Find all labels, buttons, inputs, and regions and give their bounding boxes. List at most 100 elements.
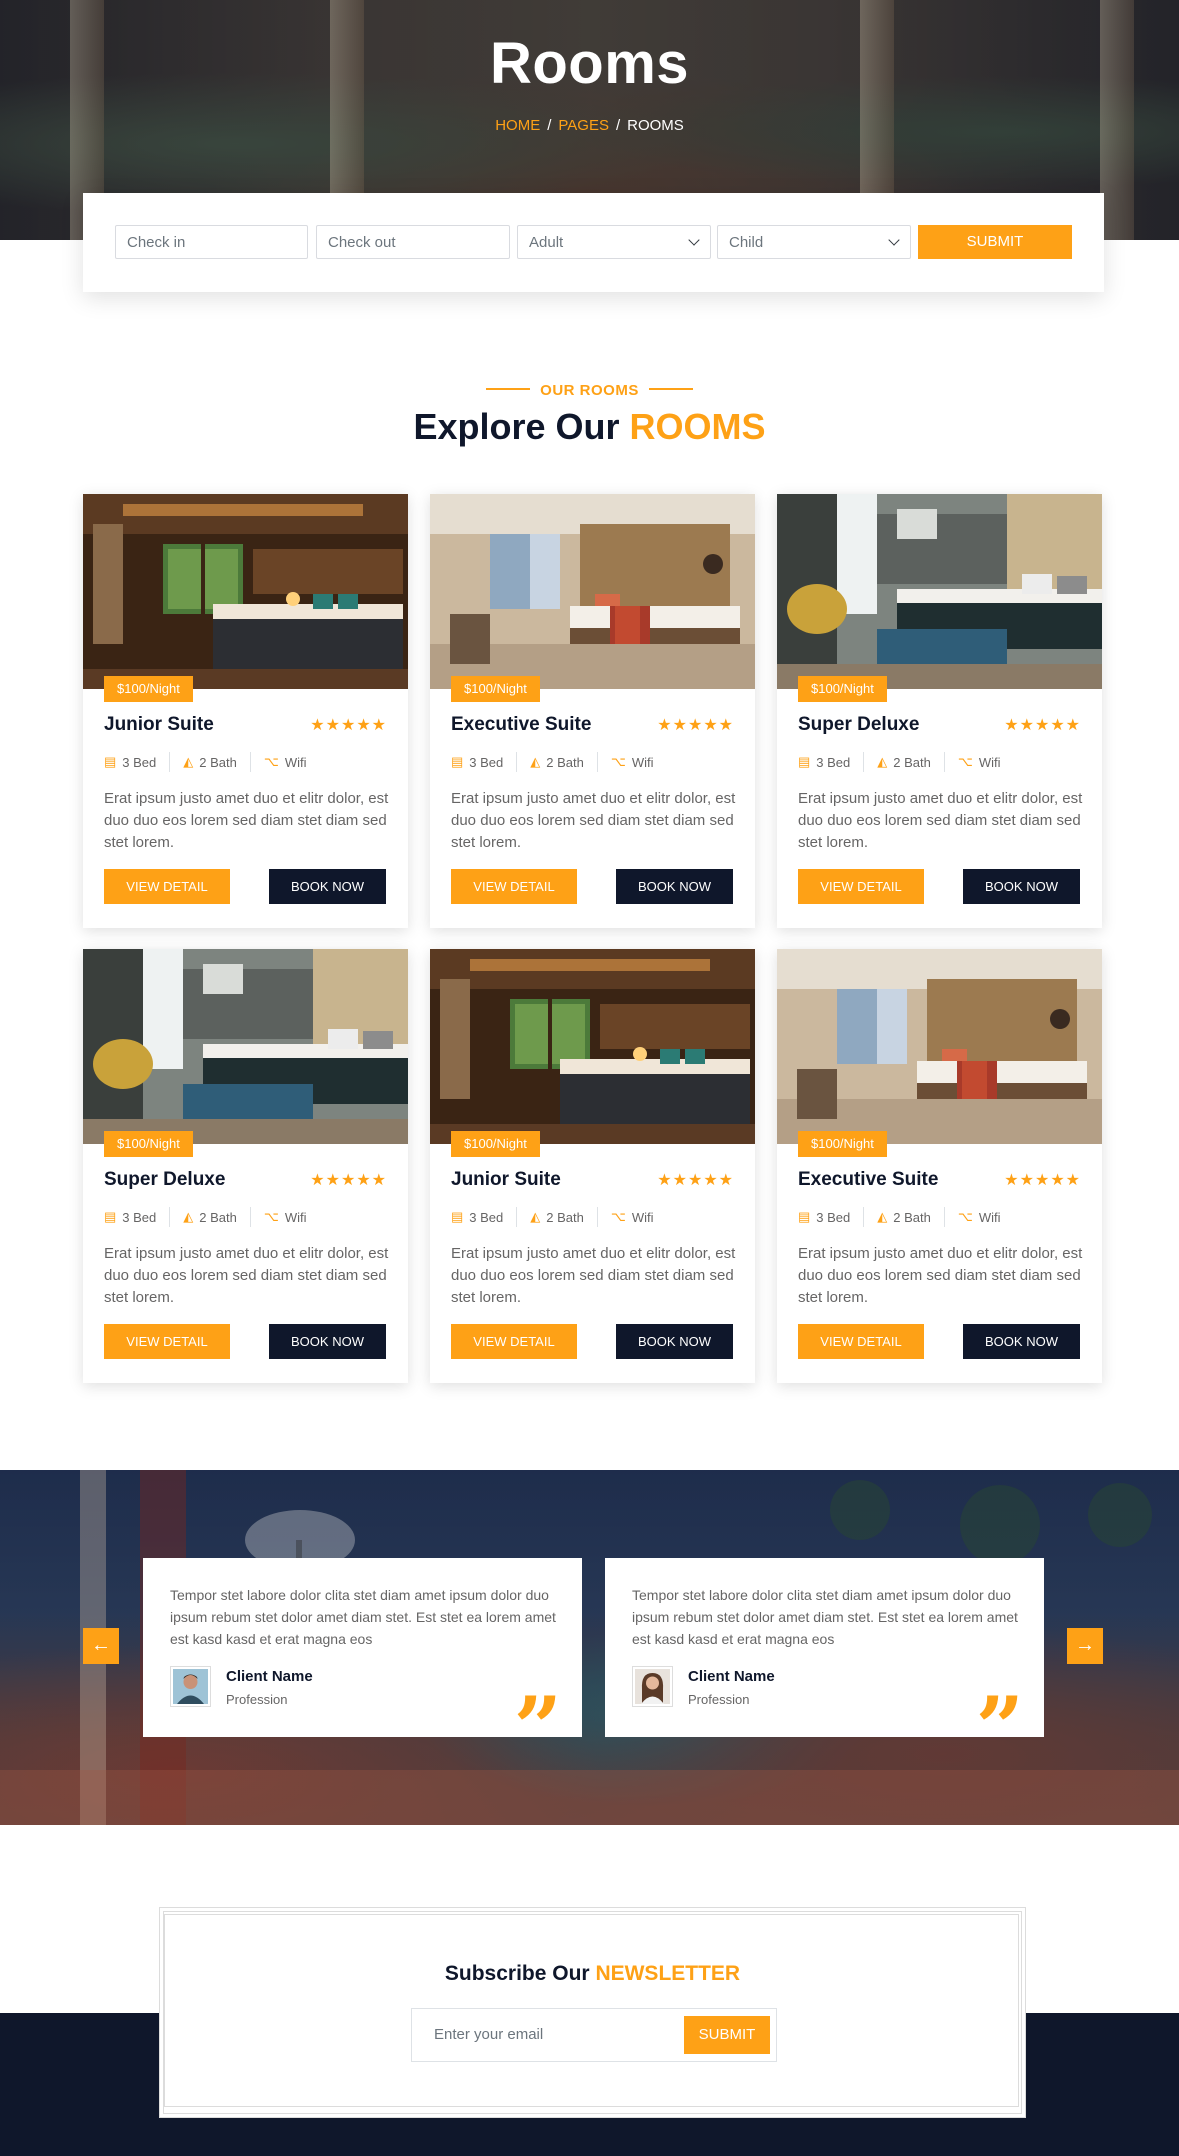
wifi-icon: ⌥ [263,754,279,769]
book-now-button[interactable]: BOOK NOW [963,1324,1080,1359]
wifi-label: Wifi [284,1209,307,1225]
view-detail-button[interactable]: VIEW DETAIL [798,869,924,904]
bath-amenity: ◭ 2 Bath [530,754,584,770]
section-title-main: Explore Our [413,406,620,447]
bed-amenity: ▤ 3 Bed [798,754,850,770]
email-input[interactable]: Enter your email [434,2026,543,2043]
check-in-input[interactable]: Check in [115,225,308,259]
booking-form: Check in Check out Adult Child SUBMIT [83,193,1104,292]
bath-amenity: ◭ 2 Bath [183,754,237,770]
view-detail-button[interactable]: VIEW DETAIL [104,869,230,904]
room-card: $100/Night Junior Suite ★★★★★ ▤ 3 Bed ◭ 2 … [83,494,408,928]
bath-amenity: ◭ 2 Bath [530,1209,584,1225]
wifi-label: Wifi [978,1209,1001,1225]
price-badge: $100/Night [451,676,540,702]
avatar [632,1666,673,1707]
adult-select[interactable]: Adult [517,225,711,259]
breadcrumb-current: ROOMS [627,117,684,134]
view-detail-button[interactable]: VIEW DETAIL [451,1324,577,1359]
room-card: $100/Night Executive Suite ★★★★★ ▤ 3 Bed … [430,494,755,928]
client-profession: Profession [226,1692,288,1707]
arrow-right-icon[interactable]: → [1067,1628,1103,1664]
price-badge: $100/Night [798,1131,887,1157]
booking-submit-button[interactable]: SUBMIT [918,225,1072,259]
bed-amenity: ▤ 3 Bed [451,1209,503,1225]
wifi-amenity: ⌥ Wifi [611,754,654,770]
wifi-label: Wifi [978,754,1001,770]
bath-icon: ◭ [530,1209,541,1224]
divider [516,752,518,772]
wifi-icon: ⌥ [263,1209,279,1224]
book-now-button[interactable]: BOOK NOW [269,1324,386,1359]
price-badge: $100/Night [451,1131,540,1157]
newsletter-submit-button[interactable]: SUBMIT [684,2016,770,2054]
testimonial-card: Tempor stet labore dolor clita stet diam… [143,1558,582,1737]
bath-count: 2 Bath [893,754,931,770]
client-name: Client Name [688,1668,775,1685]
breadcrumb-pages[interactable]: PAGES [558,117,609,134]
room-card: $100/Night Super Deluxe ★★★★★ ▤ 3 Bed ◭ 2 … [777,494,1102,928]
bath-count: 2 Bath [546,1209,584,1225]
view-detail-button[interactable]: VIEW DETAIL [798,1324,924,1359]
section-subtitle-text: OUR ROOMS [540,382,639,399]
room-card: $100/Night Executive Suite ★★★★★ ▤ 3 Bed … [777,949,1102,1383]
price-badge: $100/Night [798,676,887,702]
breadcrumb-separator: / [615,117,621,134]
room-name: Super Deluxe [798,714,920,735]
wifi-amenity: ⌥ Wifi [611,1209,654,1225]
bed-icon: ▤ [104,1209,117,1224]
wifi-amenity: ⌥ Wifi [958,1209,1001,1225]
book-now-button[interactable]: BOOK NOW [616,869,733,904]
room-amenities: ▤ 3 Bed ◭ 2 Bath ⌥ Wifi [798,752,1001,772]
quote-icon: ” [513,1686,562,1736]
star-rating-icon: ★★★★★ [657,1172,734,1189]
check-out-input[interactable]: Check out [316,225,510,259]
room-amenities: ▤ 3 Bed ◭ 2 Bath ⌥ Wifi [104,1207,307,1227]
room-photo [83,494,408,689]
divider [596,1207,598,1227]
divider [596,752,598,772]
room-photo [777,494,1102,689]
view-detail-button[interactable]: VIEW DETAIL [451,869,577,904]
wifi-icon: ⌥ [957,1209,973,1224]
room-description: Erat ipsum justo amet duo et elitr dolor… [798,790,1083,851]
breadcrumb-separator: / [547,117,552,134]
arrow-left-icon[interactable]: ← [83,1628,119,1664]
wifi-label: Wifi [631,754,654,770]
room-amenities: ▤ 3 Bed ◭ 2 Bath ⌥ Wifi [104,752,307,772]
testimonial-card: Tempor stet labore dolor clita stet diam… [605,1558,1044,1737]
section-title-accent: ROOMS [629,406,766,447]
room-description: Erat ipsum justo amet duo et elitr dolor… [104,1245,389,1306]
bed-amenity: ▤ 3 Bed [104,754,156,770]
divider [169,1207,171,1227]
bed-count: 3 Bed [816,1209,851,1225]
book-now-button[interactable]: BOOK NOW [269,869,386,904]
newsletter-box: Subscribe Our NEWSLETTER Enter your emai… [159,1907,1026,2118]
price-badge: $100/Night [104,676,193,702]
section-subtitle: OUR ROOMS [0,382,1179,399]
room-photo [430,494,755,689]
price-badge: $100/Night [104,1131,193,1157]
book-now-button[interactable]: BOOK NOW [616,1324,733,1359]
room-amenities: ▤ 3 Bed ◭ 2 Bath ⌥ Wifi [451,1207,654,1227]
wifi-amenity: ⌥ Wifi [264,754,307,770]
bed-amenity: ▤ 3 Bed [451,754,503,770]
breadcrumb-home[interactable]: HOME [495,117,540,134]
room-description: Erat ipsum justo amet duo et elitr dolor… [451,790,736,851]
wifi-amenity: ⌥ Wifi [264,1209,307,1225]
divider-line [648,388,693,391]
view-detail-button[interactable]: VIEW DETAIL [104,1324,230,1359]
newsletter-title-main: Subscribe Our [444,1962,590,1985]
divider [863,752,865,772]
bath-icon: ◭ [877,1209,888,1224]
room-photo [430,949,755,1144]
bed-count: 3 Bed [469,754,504,770]
bed-count: 3 Bed [469,1209,504,1225]
star-rating-icon: ★★★★★ [310,717,387,734]
newsletter-title: Subscribe Our NEWSLETTER [160,1962,1025,1986]
book-now-button[interactable]: BOOK NOW [963,869,1080,904]
room-description: Erat ipsum justo amet duo et elitr dolor… [104,790,389,851]
child-select[interactable]: Child [717,225,911,259]
star-rating-icon: ★★★★★ [657,717,734,734]
bath-amenity: ◭ 2 Bath [183,1209,237,1225]
